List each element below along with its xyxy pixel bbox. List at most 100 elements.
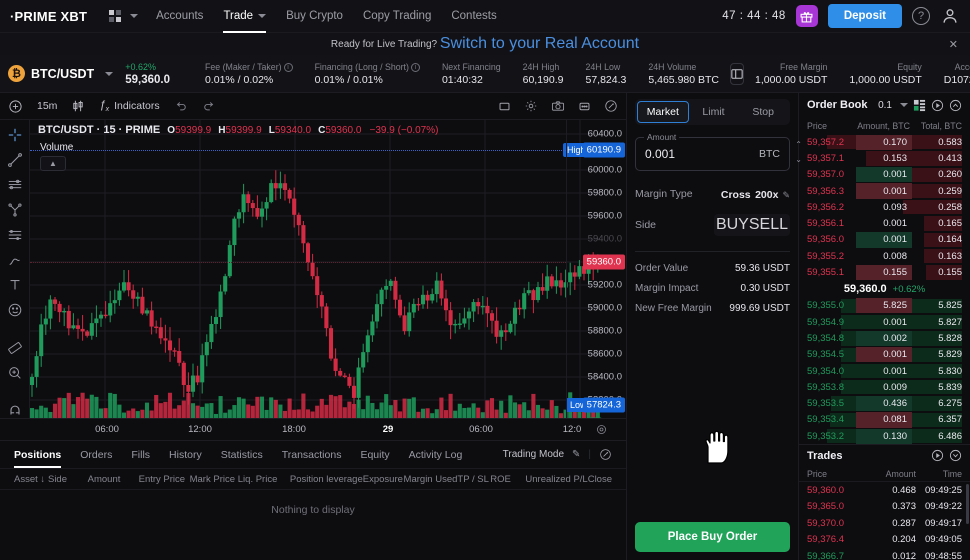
pitchfork-icon[interactable] <box>5 202 25 218</box>
gift-icon[interactable] <box>795 5 818 27</box>
rectangle-icon[interactable] <box>498 100 511 113</box>
tab-equity[interactable]: Equity <box>360 441 389 468</box>
amount-field[interactable]: Amount BTC ⌃⌄ <box>635 132 802 171</box>
margin-impact-label: Margin Impact <box>635 283 699 294</box>
trades-list[interactable]: 59,360.0 0.468 09:49:25 59,365.0 0.373 09:49:… <box>799 482 970 560</box>
collapse-down-icon[interactable] <box>949 449 962 462</box>
order-book-row[interactable]: 59,354.9 0.001 5.827 <box>799 314 970 330</box>
time-scale[interactable]: 06:00 12:00 18:00 29 06:00 12:0 <box>0 418 626 440</box>
user-account-icon[interactable] <box>940 6 960 26</box>
candlestick-icon[interactable] <box>71 99 85 113</box>
crosshair-icon[interactable] <box>5 127 25 143</box>
indicators-button[interactable]: ƒx Indicators <box>99 99 159 113</box>
magnet-icon[interactable] <box>5 403 25 419</box>
collapse-up-icon[interactable] <box>949 99 962 112</box>
brush-icon[interactable] <box>5 252 25 268</box>
price-scale[interactable]: 60400.0 60190.9 60000.0 59800.0 59600.0 … <box>566 120 626 418</box>
price-chart[interactable]: BTC/USDT · 15 · PRIME O59399.9 H59399.9 … <box>30 120 626 418</box>
order-type-market[interactable]: Market <box>637 101 689 123</box>
redo-icon[interactable] <box>202 99 216 113</box>
order-book-row[interactable]: 59,353.5 0.436 6.275 <box>799 395 970 412</box>
order-book-row[interactable]: 59,354.8 0.002 5.828 <box>799 330 970 347</box>
tab-transactions[interactable]: Transactions <box>282 441 342 468</box>
trades-scrollbar[interactable] <box>966 484 969 525</box>
interval-selector[interactable]: 15m <box>37 100 57 112</box>
tab-positions[interactable]: Positions <box>14 441 62 468</box>
col-asset[interactable]: Asset ↓ <box>14 474 48 485</box>
order-book-row[interactable]: 59,354.0 0.001 5.830 <box>799 363 970 379</box>
book-display-icon[interactable] <box>913 99 926 112</box>
app-switcher[interactable] <box>109 10 139 22</box>
nav-item-contests[interactable]: Contests <box>451 0 496 33</box>
tab-statistics[interactable]: Statistics <box>221 441 263 468</box>
ellipsis-box-icon[interactable] <box>578 100 591 113</box>
help-icon[interactable]: ? <box>912 7 930 25</box>
trade-time: 09:49:25 <box>925 485 962 497</box>
tab-activity-log[interactable]: Activity Log <box>409 441 463 468</box>
plus-circle-icon[interactable] <box>8 99 23 114</box>
order-book-row[interactable]: 59,353.4 0.081 6.357 <box>799 412 970 428</box>
undo-icon[interactable] <box>174 99 188 113</box>
nav-item-trade[interactable]: Trade <box>223 0 267 33</box>
stat-value: 0.01% / 0.02% <box>204 74 274 86</box>
order-book-price: 59,357.0 <box>807 169 844 181</box>
order-book-row[interactable]: 59,355.1 0.155 0.155 <box>799 264 970 281</box>
order-book-row[interactable]: 59,353.8 0.009 5.839 <box>799 379 970 395</box>
camera-icon[interactable] <box>551 99 565 113</box>
text-icon[interactable] <box>5 277 25 293</box>
side-sell-button[interactable]: SELL <box>749 216 788 234</box>
zoom-in-icon[interactable] <box>5 365 25 381</box>
nav-item-accounts[interactable]: Accounts <box>156 0 203 33</box>
tab-orders[interactable]: Orders <box>80 441 112 468</box>
order-type-stop[interactable]: Stop <box>738 101 788 123</box>
order-book-row[interactable]: 59,356.2 0.093 0.258 <box>799 199 970 215</box>
order-book-row[interactable]: 59,356.3 0.001 0.259 <box>799 183 970 199</box>
brand-logo[interactable]: ·PRIME XBT <box>10 9 87 24</box>
order-book-grouping-selector[interactable]: 0.1 <box>878 100 908 111</box>
order-book-row[interactable]: 59,357.0 0.001 0.260 <box>799 167 970 183</box>
info-icon[interactable]: i <box>283 63 293 72</box>
order-book-row[interactable]: 59,353.2 0.130 6.486 <box>799 428 970 444</box>
order-book-row[interactable]: 59,357.1 0.153 0.413 <box>799 150 970 166</box>
gear-icon[interactable] <box>524 99 538 113</box>
expand-icon[interactable] <box>599 448 612 461</box>
switch-real-account-link[interactable]: Switch to your Real Account <box>440 35 639 53</box>
order-type-limit[interactable]: Limit <box>689 101 739 123</box>
fullscreen-icon[interactable] <box>604 99 618 113</box>
ruler-icon[interactable] <box>5 340 25 356</box>
tab-history[interactable]: History <box>169 441 202 468</box>
amount-label: Amount <box>644 132 680 142</box>
pencil-icon[interactable]: ✎ <box>572 449 580 460</box>
stat-equity: Equity 1,000.00 USDT <box>838 60 932 87</box>
play-icon[interactable] <box>931 99 944 112</box>
main-body: 15m ƒx Indicators BTC/USDT · 15 · PRIME … <box>0 93 970 560</box>
collapse-pane-button[interactable]: ▲ <box>40 156 66 171</box>
nav-item-buy-crypto[interactable]: Buy Crypto <box>286 0 343 33</box>
new-free-margin-amount: 999.69 USDT <box>729 303 790 314</box>
info-icon[interactable]: i <box>410 63 420 72</box>
amount-input[interactable] <box>645 147 759 161</box>
order-book-row[interactable]: 59,355.0 5.825 5.825 <box>799 298 970 314</box>
horizontal-lines-icon[interactable] <box>5 177 25 193</box>
order-book-price: 59,353.5 <box>807 398 844 410</box>
deposit-button[interactable]: Deposit <box>827 4 902 28</box>
grid-icon <box>109 10 122 22</box>
order-book-row[interactable]: 59,356.1 0.001 0.165 <box>799 215 970 231</box>
order-book-row[interactable]: 59,354.5 0.001 5.829 <box>799 347 970 363</box>
pencil-icon[interactable]: ✎ <box>782 190 790 200</box>
gear-icon[interactable] <box>595 423 608 436</box>
side-buy-button[interactable]: BUY <box>716 216 749 234</box>
trendline-icon[interactable] <box>5 152 25 168</box>
order-book-row[interactable]: 59,356.0 0.001 0.164 <box>799 232 970 248</box>
play-icon[interactable] <box>931 449 944 462</box>
order-book-row[interactable]: 59,357.2 0.170 0.583 <box>799 134 970 150</box>
close-icon[interactable]: ✕ <box>949 38 958 51</box>
place-buy-order-button[interactable]: Place Buy Order <box>635 522 790 552</box>
layout-columns-icon[interactable] <box>730 62 745 85</box>
order-book-row[interactable]: 59,355.2 0.008 0.163 <box>799 248 970 264</box>
fib-retracement-icon[interactable] <box>5 227 25 243</box>
emoji-icon[interactable] <box>5 302 25 318</box>
nav-item-copy-trading[interactable]: Copy Trading <box>363 0 431 33</box>
symbol-selector[interactable]: ₿ BTC/USDT <box>8 65 125 82</box>
tab-fills[interactable]: Fills <box>131 441 150 468</box>
